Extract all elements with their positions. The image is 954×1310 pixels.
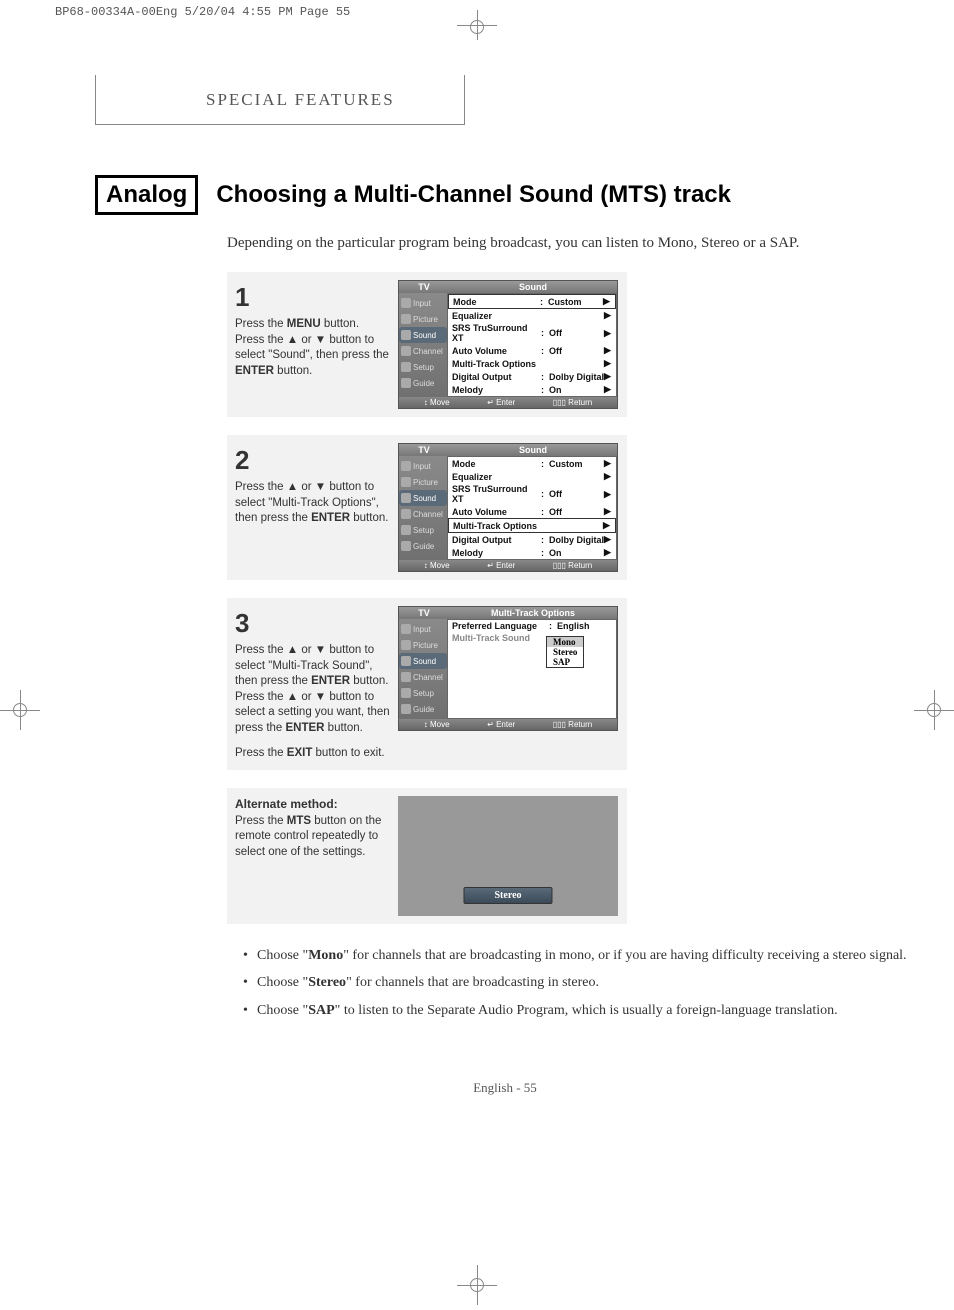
- osd-row: Equalizer▶: [448, 470, 616, 483]
- osd-row: Mode:Custom▶: [448, 457, 616, 470]
- alternate-method: Alternate method: Press the MTS button o…: [227, 788, 627, 924]
- bullet-item: Choose "SAP" to listen to the Separate A…: [243, 1001, 954, 1021]
- step-number: 1: [235, 280, 390, 315]
- osd-sidebar-item: Input: [399, 621, 447, 637]
- crop-mark-top: [457, 10, 497, 40]
- osd-sidebar-item: Picture: [399, 637, 447, 653]
- dropdown-option: Mono: [547, 637, 583, 647]
- crop-mark-bottom: [457, 1265, 497, 1305]
- osd-sidebar-item: Sound: [399, 653, 447, 669]
- osd-sidebar-item: Guide: [399, 701, 447, 717]
- step-2: 2 Press the ▲ or ▼ button to select "Mul…: [227, 435, 627, 580]
- osd-sidebar-item: Input: [399, 458, 447, 474]
- page-footer: English - 55: [95, 1080, 915, 1096]
- bullet-item: Choose "Stereo" for channels that are br…: [243, 973, 954, 993]
- osd-sidebar-item: Picture: [399, 474, 447, 490]
- step-3: 3 Press the ▲ or ▼ button to select "Mul…: [227, 598, 627, 770]
- page-title: Choosing a Multi-Channel Sound (MTS) tra…: [216, 181, 731, 209]
- osd-sidebar-item: Setup: [399, 359, 447, 375]
- osd-sidebar-item: Input: [399, 295, 447, 311]
- osd-row: Melody:On▶: [448, 546, 616, 559]
- osd-row: Digital Output:Dolby Digital▶: [448, 533, 616, 546]
- osd-sidebar-item: Guide: [399, 538, 447, 554]
- osd-sidebar-item: Channel: [399, 669, 447, 685]
- analog-badge: Analog: [95, 175, 198, 215]
- osd-row: Equalizer▶: [448, 309, 616, 322]
- print-header: BP68-00334A-00Eng 5/20/04 4:55 PM Page 5…: [55, 5, 350, 19]
- osd-sidebar-item: Setup: [399, 685, 447, 701]
- osd-sound-menu-2: TVSound InputPictureSoundChannelSetupGui…: [398, 443, 618, 572]
- osd-sound-menu-1: TVSound InputPictureSoundChannelSetupGui…: [398, 280, 618, 409]
- intro-text: Depending on the particular program bein…: [227, 233, 907, 254]
- step-number: 3: [235, 606, 390, 641]
- osd-dropdown: MonoStereoSAP: [546, 636, 584, 668]
- osd-row: Multi-Track Options▶: [448, 357, 616, 370]
- osd-row: Digital Output:Dolby Digital▶: [448, 370, 616, 383]
- osd-row: Multi-Track Sound:: [448, 632, 616, 644]
- osd-sidebar-item: Picture: [399, 311, 447, 327]
- osd-row: SRS TruSurround XT:Off▶: [448, 322, 616, 344]
- osd-sidebar-item: Channel: [399, 343, 447, 359]
- alternate-title: Alternate method:: [235, 796, 390, 812]
- osd-row: Auto Volume:Off▶: [448, 505, 616, 518]
- osd-sidebar-item: Sound: [399, 490, 447, 506]
- osd-row: Auto Volume:Off▶: [448, 344, 616, 357]
- osd-row: Preferred Language:English: [448, 620, 616, 632]
- osd-sidebar-item: Channel: [399, 506, 447, 522]
- osd-row: Mode:Custom▶: [448, 294, 616, 309]
- crop-mark-right: [914, 690, 954, 730]
- dropdown-option: Stereo: [547, 647, 583, 657]
- dropdown-option: SAP: [547, 657, 583, 667]
- osd-sidebar-item: Setup: [399, 522, 447, 538]
- section-title: SPECIAL FEATURES: [206, 90, 395, 110]
- osd-row: SRS TruSurround XT:Off▶: [448, 483, 616, 505]
- osd-row: Melody:On▶: [448, 383, 616, 396]
- osd-sidebar-item: Sound: [399, 327, 447, 343]
- stereo-bar: Stereo: [463, 887, 552, 904]
- osd-row: Multi-Track Options▶: [448, 518, 616, 533]
- osd-stereo-indicator: Stereo: [398, 796, 618, 916]
- section-header-box: SPECIAL FEATURES: [95, 75, 465, 125]
- step-number: 2: [235, 443, 390, 478]
- crop-mark-left: [0, 690, 40, 730]
- osd-sidebar-item: Guide: [399, 375, 447, 391]
- step-1: 1 Press the MENU button. Press the ▲ or …: [227, 272, 627, 417]
- osd-multitrack-menu: TVMulti-Track Options InputPictureSoundC…: [398, 606, 618, 731]
- bullet-item: Choose "Mono" for channels that are broa…: [243, 946, 954, 966]
- bullet-list: Choose "Mono" for channels that are broa…: [243, 946, 954, 1021]
